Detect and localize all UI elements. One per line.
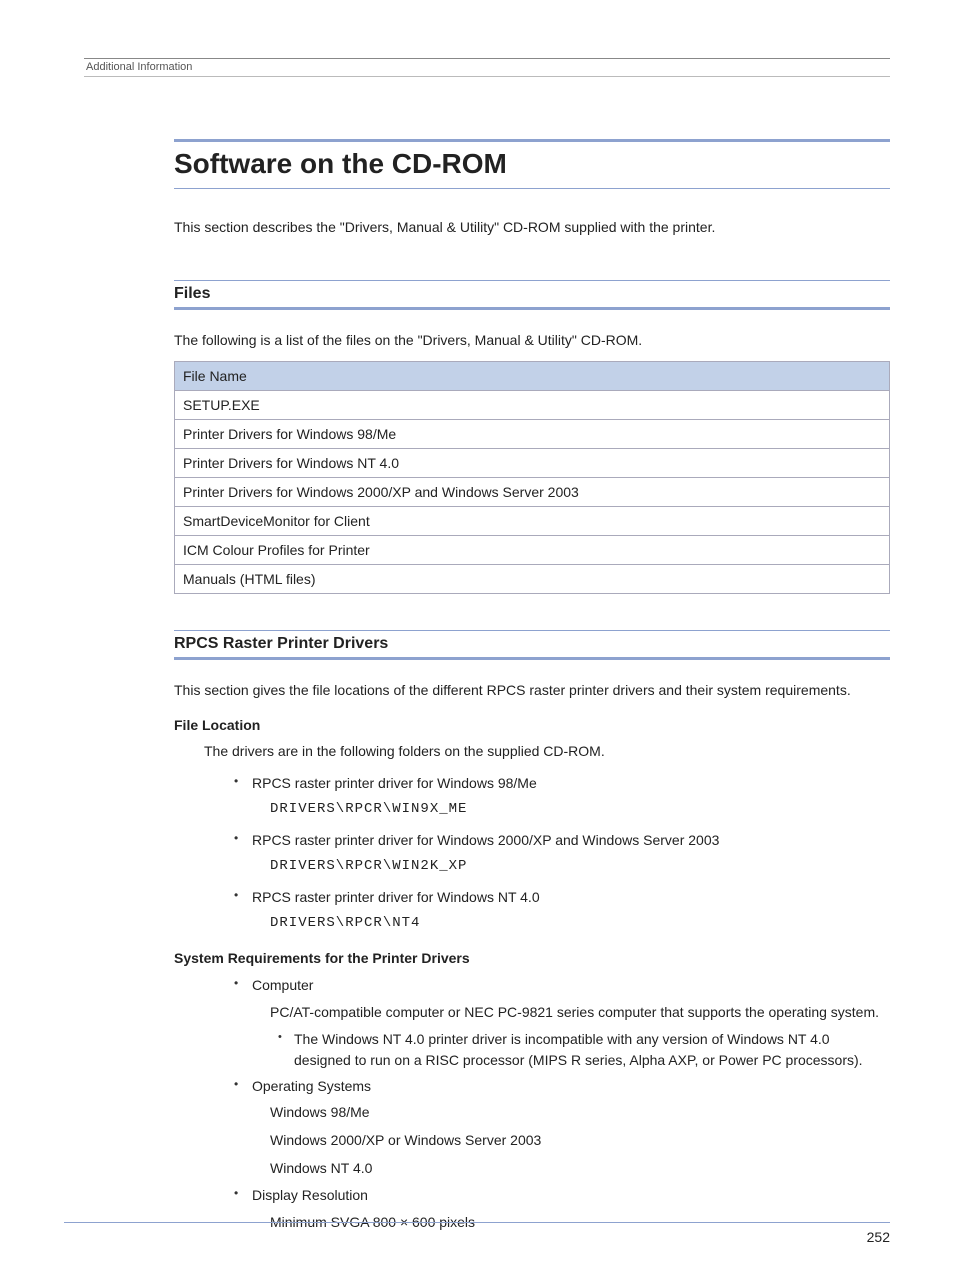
sysreq-list: Computer PC/AT-compatible computer or NE… bbox=[204, 974, 890, 1234]
table-row: Printer Drivers for Windows 2000/XP and … bbox=[175, 478, 890, 507]
sysreq-heading: System Requirements for the Printer Driv… bbox=[174, 950, 890, 966]
table-row: SmartDeviceMonitor for Client bbox=[175, 507, 890, 536]
list-item: RPCS raster printer driver for Windows 2… bbox=[234, 829, 890, 878]
list-item: RPCS raster printer driver for Windows N… bbox=[234, 886, 890, 935]
list-item: Computer PC/AT-compatible computer or NE… bbox=[234, 974, 890, 1070]
files-heading: Files bbox=[174, 285, 890, 303]
file-name-cell: Printer Drivers for Windows 98/Me bbox=[175, 420, 890, 449]
table-row: Printer Drivers for Windows NT 4.0 bbox=[175, 449, 890, 478]
sysreq-os-item: Windows NT 4.0 bbox=[270, 1157, 890, 1181]
files-intro: The following is a list of the files on … bbox=[174, 330, 890, 351]
driver-label: RPCS raster printer driver for Windows N… bbox=[252, 889, 540, 905]
running-header: Additional Information bbox=[84, 61, 890, 73]
driver-path: DRIVERS\RPCR\NT4 bbox=[252, 912, 890, 934]
list-item: Display Resolution Minimum SVGA 800 × 60… bbox=[234, 1184, 890, 1234]
table-row: SETUP.EXE bbox=[175, 391, 890, 420]
file-location-heading: File Location bbox=[174, 717, 890, 733]
file-name-cell: Printer Drivers for Windows 2000/XP and … bbox=[175, 478, 890, 507]
file-name-cell: SETUP.EXE bbox=[175, 391, 890, 420]
sysreq-computer-desc: PC/AT-compatible computer or NEC PC-9821… bbox=[270, 1001, 890, 1025]
sysreq-os-label: Operating Systems bbox=[252, 1078, 371, 1094]
page-number: 252 bbox=[867, 1229, 890, 1245]
files-table-header: File Name bbox=[175, 362, 890, 391]
rpcs-heading-block: RPCS Raster Printer Drivers bbox=[174, 630, 890, 660]
rpcs-intro: This section gives the file locations of… bbox=[174, 680, 890, 701]
sysreq-display-desc: Minimum SVGA 800 × 600 pixels bbox=[270, 1211, 890, 1235]
sysreq-computer-note: The Windows NT 4.0 printer driver is inc… bbox=[278, 1029, 890, 1071]
section-title-block: Software on the CD-ROM bbox=[174, 139, 890, 189]
driver-label: RPCS raster printer driver for Windows 9… bbox=[252, 775, 537, 791]
table-row: Printer Drivers for Windows 98/Me bbox=[175, 420, 890, 449]
section-intro: This section describes the "Drivers, Man… bbox=[174, 217, 890, 238]
sysreq-os-item: Windows 98/Me bbox=[270, 1101, 890, 1125]
file-name-cell: ICM Colour Profiles for Printer bbox=[175, 536, 890, 565]
file-name-cell: Manuals (HTML files) bbox=[175, 565, 890, 594]
sysreq-display-label: Display Resolution bbox=[252, 1187, 368, 1203]
driver-label: RPCS raster printer driver for Windows 2… bbox=[252, 832, 719, 848]
file-name-cell: SmartDeviceMonitor for Client bbox=[175, 507, 890, 536]
list-item: Operating Systems Windows 98/Me Windows … bbox=[234, 1075, 890, 1181]
table-row: ICM Colour Profiles for Printer bbox=[175, 536, 890, 565]
rpcs-heading: RPCS Raster Printer Drivers bbox=[174, 635, 890, 653]
driver-path: DRIVERS\RPCR\WIN2K_XP bbox=[252, 855, 890, 877]
footer-rule bbox=[64, 1222, 890, 1223]
sysreq-os-item: Windows 2000/XP or Windows Server 2003 bbox=[270, 1129, 890, 1153]
file-location-intro: The drivers are in the following folders… bbox=[204, 741, 890, 762]
table-row: Manuals (HTML files) bbox=[175, 565, 890, 594]
files-table: File Name SETUP.EXE Printer Drivers for … bbox=[174, 361, 890, 594]
sysreq-computer-label: Computer bbox=[252, 977, 313, 993]
list-item: RPCS raster printer driver for Windows 9… bbox=[234, 772, 890, 821]
driver-path: DRIVERS\RPCR\WIN9X_ME bbox=[252, 798, 890, 820]
files-heading-block: Files bbox=[174, 280, 890, 310]
driver-list: RPCS raster printer driver for Windows 9… bbox=[204, 772, 890, 934]
file-name-cell: Printer Drivers for Windows NT 4.0 bbox=[175, 449, 890, 478]
section-title: Software on the CD-ROM bbox=[174, 148, 890, 180]
